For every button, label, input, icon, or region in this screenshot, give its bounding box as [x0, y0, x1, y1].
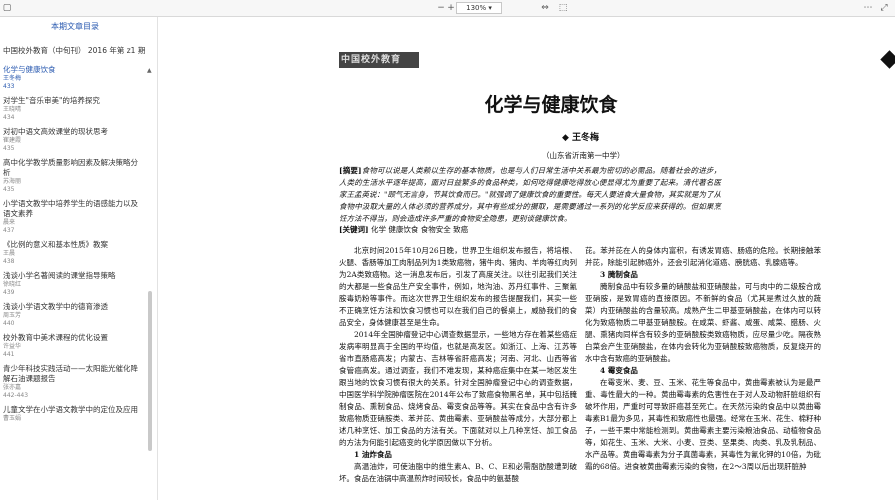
paragraph: 在霉变米、麦、豆、玉米、花生等食品中，黄曲霉素被认为是最严重、毒性最大的一种。黄…	[585, 378, 821, 471]
toc-item-title: 《比例的意义和基本性质》教案	[3, 240, 108, 249]
toc-item-title: 校外教育中美术课程的优化设置	[3, 333, 108, 342]
section-heading: 1 油炸食品	[354, 450, 392, 459]
expand-icon[interactable]: ⤢	[878, 2, 890, 14]
keywords: [关键词] 化学 健康饮食 食物安全 致癌	[339, 224, 721, 235]
toc-item-page: 439	[3, 289, 15, 296]
zoom-value: 130%	[466, 4, 487, 12]
toc-item[interactable]: 高中化学教学质量影响因素及解决策略分析 苏海丽 435	[3, 158, 145, 194]
toc-item-title: 对学生"音乐审美"的培养探究	[3, 96, 100, 105]
paragraph: 2014年全国肿瘤登记中心调查数据显示，一些地方存在着某些癌症发病率明显高于全国…	[339, 330, 577, 447]
paragraph: 北京时间2015年10月26日晚，世界卫生组织发布报告，将培根、火腿、香肠等加工…	[339, 246, 577, 327]
toc-item-title: 浅谈小学名著阅读的课堂指导策略	[3, 271, 116, 280]
toc-item-title: 儿童文学在小学语文教学中的定位及应用	[3, 405, 138, 414]
journal-header: 中国校外教育	[339, 50, 895, 69]
sidebar-title: 本期文章目录	[51, 22, 99, 31]
toc-item-title: 浅谈小学语文教学中的德育渗透	[3, 302, 108, 311]
abstract-text: 食物可以说是人类赖以生存的基本物质，也是与人们日常生活中关系最为密切的必需品。随…	[339, 166, 721, 223]
toc-item-page: 433	[3, 83, 15, 90]
abstract: [摘要]食物可以说是人类赖以生存的基本物质，也是与人们日常生活中关系最为密切的必…	[339, 165, 721, 225]
toc-item-title: 对初中语文高效课堂的现状思考	[3, 127, 108, 136]
section-heading: 4 霉变食品	[600, 366, 638, 375]
toc-item-page: 441	[3, 351, 15, 358]
fit-width-icon[interactable]: ⇔	[540, 2, 550, 14]
toc-item-author: 许益华	[3, 343, 22, 350]
paragraph: 高温油炸，可使油脂中的维生素A、B、C、E和必需脂肪酸遭到破坏。食品在油锅中高温…	[339, 462, 577, 483]
toc-list: 化学与健康饮食 王冬梅 433 对学生"音乐审美"的培养探究 王晓晴 434 对初中语文高效…	[3, 65, 145, 428]
zoom-in-icon[interactable]: +	[446, 2, 456, 14]
toc-item-author: 王晨	[3, 250, 16, 257]
toc-item[interactable]: 浅谈小学语文教学中的德育渗透 周玉芳 440	[3, 302, 145, 328]
abstract-label: [摘要]	[339, 166, 362, 175]
page-icon[interactable]: ▢	[2, 2, 12, 14]
zoom-select[interactable]: 130% ▾	[456, 2, 502, 14]
keywords-label: [关键词]	[339, 225, 369, 234]
toc-item-title: 青少年科技实践活动——太阳能光催化降解石油课题报告	[3, 364, 138, 383]
keywords-text: 化学 健康饮食 食物安全 致癌	[371, 225, 469, 234]
paragraph: 芘。苯并芘在人的身体内富积，有诱发胃癌、肠癌的危险。长期接触苯并芘，除能引起肺癌…	[585, 246, 821, 267]
toc-item[interactable]: 青少年科技实践活动——太阳能光催化降解石油课题报告 张亦嘉 442-443	[3, 364, 145, 400]
toc-item-author: 徐晓红	[3, 281, 22, 288]
decorative-diamonds	[879, 50, 895, 69]
author-affiliation: （山东省沂南第一中学）	[542, 151, 625, 160]
fit-page-icon[interactable]: ⬚	[558, 2, 568, 14]
toc-item[interactable]: 对学生"音乐审美"的培养探究 王晓晴 434	[3, 96, 145, 122]
toolbar: ▢ − + 130% ▾ ⇔ ⬚ ⋯ ⤢	[0, 0, 895, 17]
toc-item-page: 440	[3, 320, 15, 327]
article-title: 化学与健康饮食	[484, 94, 618, 116]
more-icon[interactable]: ⋯	[862, 2, 874, 14]
toc-item-page: 438	[3, 258, 15, 265]
toc-sidebar: 本期文章目录 中国校外教育（中旬刊） 2016 年第 z1 期 ▲ 化学与健康饮…	[0, 17, 158, 500]
journal-issue: 中国校外教育（中旬刊） 2016 年第 z1 期	[3, 46, 146, 55]
toc-item-page: 437	[3, 227, 15, 234]
toc-item-page: 442-443	[3, 392, 29, 399]
toc-item-author: 周玉芳	[3, 312, 22, 319]
diamond-icon	[880, 50, 895, 69]
zoom-out-icon[interactable]: −	[436, 2, 446, 14]
section-heading: 3 腌制食品	[600, 270, 638, 279]
journal-masthead: 中国校外教育	[339, 52, 419, 68]
toc-item[interactable]: 《比例的意义和基本性质》教案 王晨 438	[3, 240, 145, 266]
toc-item[interactable]: 浅谈小学名著阅读的课堂指导策略 徐晓红 439	[3, 271, 145, 297]
toc-item-title: 小学语文教学中培养学生的语感能力以及语文素养	[3, 199, 138, 218]
collapse-icon[interactable]: ▲	[147, 67, 152, 74]
toc-item-page: 434	[3, 114, 15, 121]
paragraph: 腌制食品中有较多量的硝酸盐和亚硝酸盐，可与肉中的二级胺合成亚硝胺，是致胃癌的直接…	[585, 282, 821, 363]
article-author: ◆ 王冬梅	[562, 133, 600, 143]
toc-item-author: 晨来	[3, 219, 16, 226]
toc-item[interactable]: 儿童文学在小学语文教学中的定位及应用 曹玉娟	[3, 405, 145, 423]
sidebar-scrollbar[interactable]	[148, 291, 152, 451]
toc-item-page: 435	[3, 186, 15, 193]
toc-item[interactable]: 对初中语文高效课堂的现状思考 崔建霞 435	[3, 127, 145, 153]
toc-item-title: 化学与健康饮食	[3, 65, 56, 74]
toc-item-author: 张亦嘉	[3, 384, 22, 391]
toc-item-author: 苏海丽	[3, 178, 22, 185]
toc-item[interactable]: 化学与健康饮食 王冬梅 433	[3, 65, 145, 91]
toc-item-page: 435	[3, 145, 15, 152]
article-column-right: 芘。苯并芘在人的身体内富积，有诱发胃癌、肠癌的危险。长期接触苯并芘，除能引起肺癌…	[585, 245, 821, 473]
toc-item-title: 高中化学教学质量影响因素及解决策略分析	[3, 158, 138, 177]
toc-item[interactable]: 校外教育中美术课程的优化设置 许益华 441	[3, 333, 145, 359]
toc-item-author: 曹玉娟	[3, 415, 22, 422]
article-column-left: 北京时间2015年10月26日晚，世界卫生组织发布报告，将培根、火腿、香肠等加工…	[339, 245, 577, 485]
toc-item-author: 王晓晴	[3, 106, 22, 113]
toc-item-author: 王冬梅	[3, 75, 22, 82]
toc-item[interactable]: 小学语文教学中培养学生的语感能力以及语文素养 晨来 437	[3, 199, 145, 235]
toc-item-author: 崔建霞	[3, 137, 22, 144]
